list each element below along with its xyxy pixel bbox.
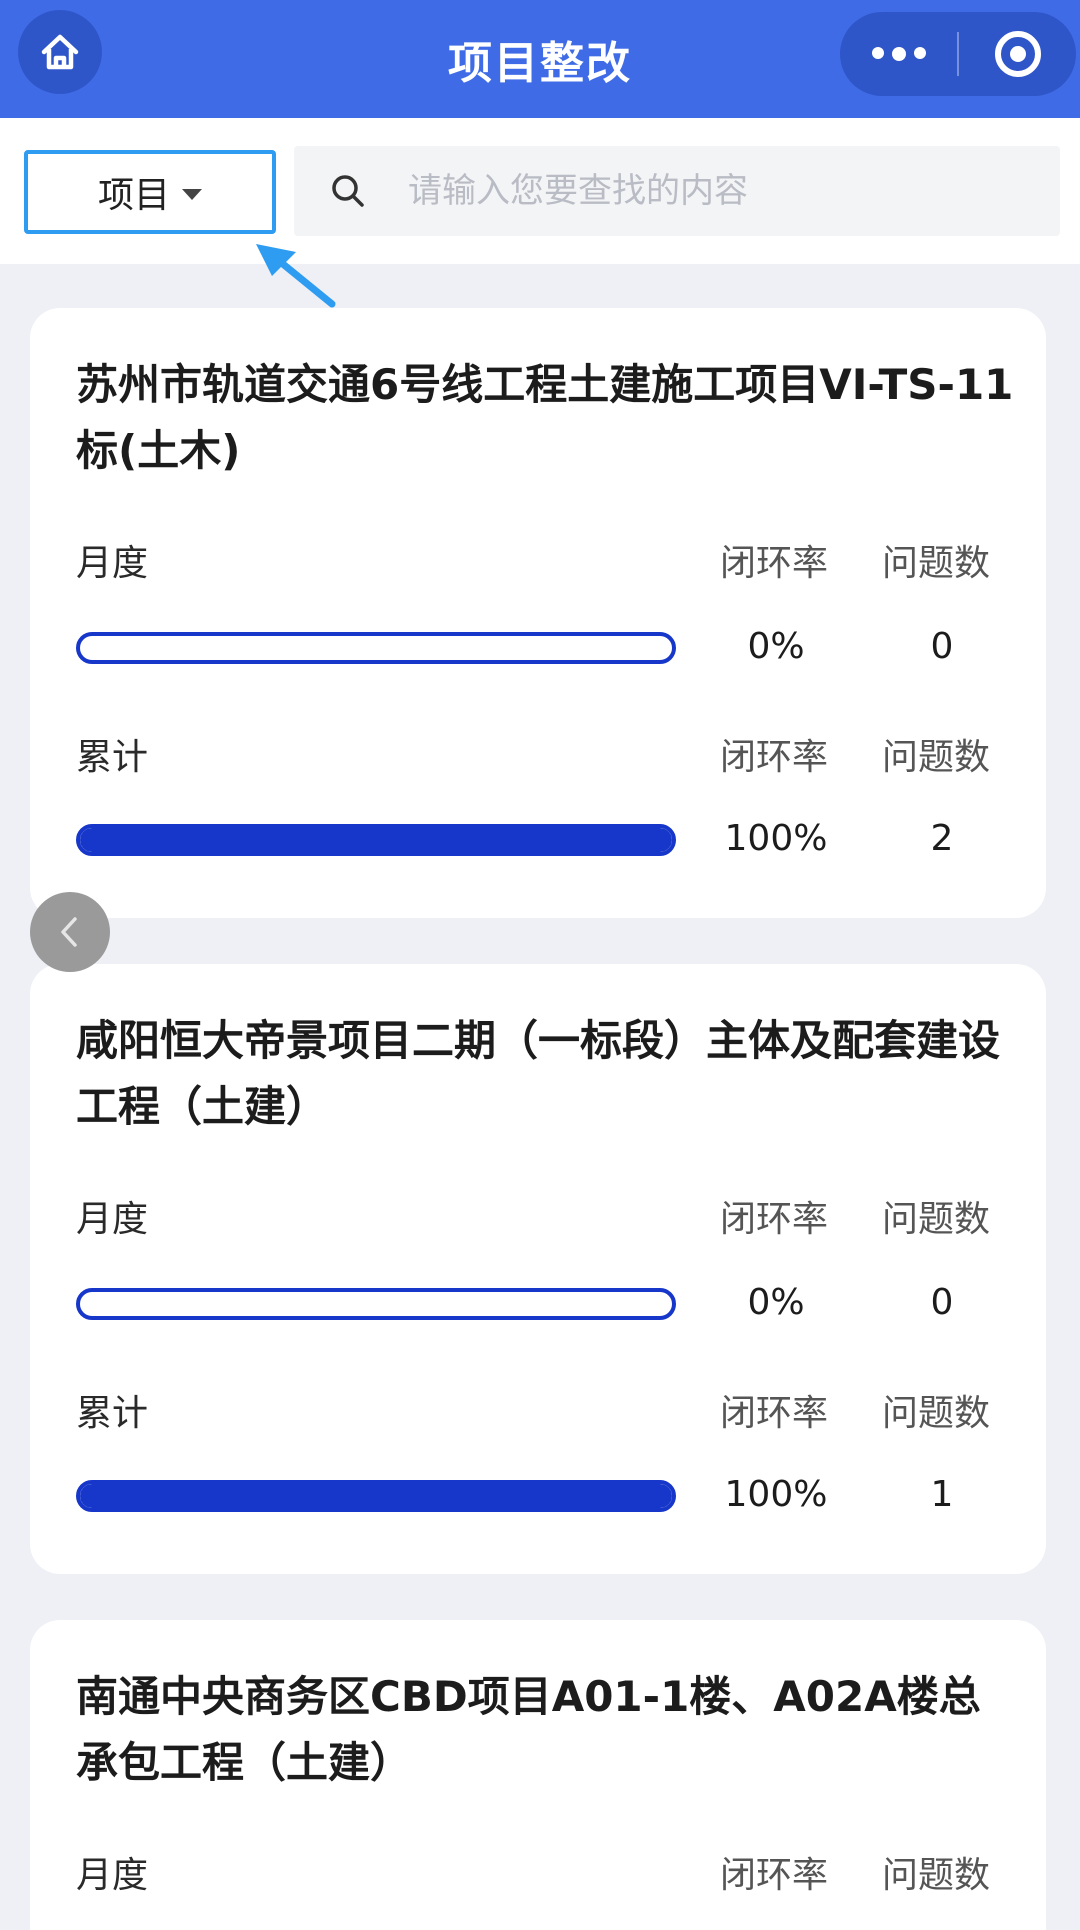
miniapp-capsule [840,12,1076,96]
monthly-label: 月度 [76,1199,149,1240]
monthly-progress-bar [76,632,676,664]
closure-rate-value: 100% [724,818,828,859]
project-title: 咸阳恒大帝景项目二期（一标段）主体及配套建设工程（土建） [76,1016,1001,1131]
issue-count-value: 0 [930,626,954,667]
page-title: 项目整改 [448,38,632,89]
issue-count-header: 问题数 [882,1855,991,1896]
progress-fill [80,1484,672,1508]
cumulative-label: 累计 [76,1393,149,1434]
cumulative-label: 累计 [76,737,149,778]
nav-header: 项目整改 [0,0,1080,118]
issue-count-value: 0 [930,1282,954,1323]
issue-count-header: 问题数 [882,1199,991,1240]
project-title: 苏州市轨道交通6号线工程土建施工项目VI-TS-11标(土木) [76,360,1014,475]
issue-count-header: 问题数 [882,1393,991,1434]
home-button[interactable] [18,10,102,94]
cumulative-progress-bar [76,1480,676,1512]
closure-rate-value: 100% [724,1474,828,1515]
project-card[interactable]: 南通中央商务区CBD项目A01-1楼、A02A楼总承包工程（土建） 月度 闭环率… [30,1620,1046,1930]
issue-count-header: 问题数 [882,737,991,778]
issue-count-header: 问题数 [882,543,991,584]
closure-rate-header: 闭环率 [720,543,829,584]
closure-rate-value: 0% [747,626,805,667]
chevron-left-icon [61,917,77,947]
project-card[interactable]: 苏州市轨道交通6号线工程土建施工项目VI-TS-11标(土木) 月度 闭环率 问… [30,308,1046,918]
home-icon [41,34,79,70]
issue-count-value: 1 [930,1474,954,1515]
more-button[interactable] [840,12,957,96]
close-miniapp-button[interactable] [959,12,1076,96]
filter-bar: 项目 [0,118,1080,264]
search-input[interactable] [408,171,1008,211]
issue-count-value: 2 [930,818,954,859]
caret-down-icon [182,188,202,200]
monthly-progress-bar [76,1288,676,1320]
page: 项目整改 项目 苏州市轨道交通6号线工程土 [0,0,1080,1930]
cumulative-progress-bar [76,824,676,856]
monthly-label: 月度 [76,543,149,584]
closure-rate-header: 闭环率 [720,737,829,778]
more-dots-icon [871,47,926,61]
back-button[interactable] [30,892,110,972]
project-title: 南通中央商务区CBD项目A01-1楼、A02A楼总承包工程（土建） [76,1672,981,1787]
search-icon [332,175,364,207]
closure-rate-header: 闭环率 [720,1199,829,1240]
pointer-arrow-icon [256,244,336,308]
monthly-label: 月度 [76,1855,149,1896]
closure-rate-value: 0% [747,1282,805,1323]
project-card[interactable]: 咸阳恒大帝景项目二期（一标段）主体及配套建设工程（土建） 月度 闭环率 问题数 … [30,964,1046,1574]
search-box[interactable] [294,146,1060,236]
closure-rate-header: 闭环率 [720,1393,829,1434]
target-icon [994,31,1041,77]
project-type-dropdown[interactable]: 项目 [24,150,276,234]
closure-rate-header: 闭环率 [720,1855,829,1896]
progress-fill [80,828,672,852]
dropdown-label: 项目 [97,175,170,216]
